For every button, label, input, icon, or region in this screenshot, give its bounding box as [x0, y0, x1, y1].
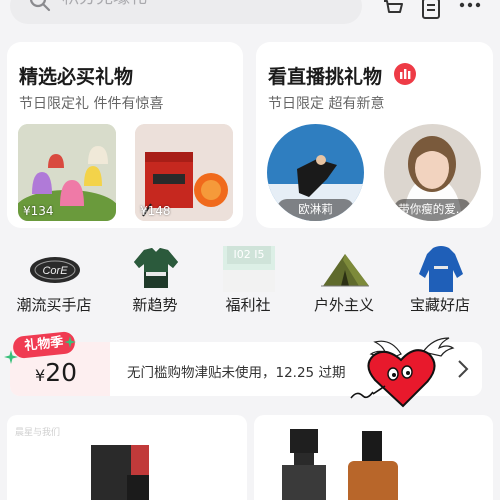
card-subtitle: 节日限定 超有新意	[268, 96, 385, 112]
streamer-name: 带你瘦的爱...	[394, 199, 471, 221]
category-label: 宝藏好店	[409, 296, 470, 314]
category-item-treasure-shop[interactable]: 宝藏好店	[395, 244, 485, 316]
list-icon[interactable]	[419, 0, 443, 21]
picks-card[interactable]: 精选必买礼物 节日限定礼 件件有惊喜 ¥134 ¥148	[7, 42, 243, 228]
search-input[interactable]: 积分兑壕礼	[62, 0, 147, 8]
streamer-avatar[interactable]: 带你瘦的爱...	[384, 124, 481, 221]
streamer-avatar[interactable]: 欧淋莉	[267, 124, 364, 221]
coupon-value-panel: 礼物季 ¥20	[4, 330, 110, 396]
card-subtitle: 节日限定礼 件件有惊喜	[19, 96, 164, 112]
category-label: 潮流买手店	[16, 296, 92, 314]
card-label: 晨星与我们	[15, 428, 61, 438]
category-item-new-trend[interactable]: 新趋势	[110, 244, 200, 316]
coupon-currency: ¥	[35, 366, 46, 385]
category-label: 新趋势	[132, 296, 178, 314]
welfare-icon-text: I02 I5	[227, 246, 271, 264]
jacket-icon	[134, 248, 178, 288]
category-label: 福利社	[225, 296, 271, 314]
product-price: ¥148	[140, 204, 171, 218]
live-card[interactable]: 看直播挑礼物 节日限定 超有新意 欧淋莉 带你瘦的爱...	[256, 42, 493, 228]
coupon-amount: ¥20	[35, 358, 77, 387]
category-item-trend-store[interactable]: CorE 潮流买手店	[9, 244, 99, 316]
svg-text:CorE: CorE	[42, 265, 68, 277]
card-title: 看直播挑礼物	[268, 66, 383, 88]
category-item-outdoor[interactable]: 户外主义	[299, 244, 389, 316]
search-bar[interactable]: 积分兑壕礼	[10, 0, 362, 24]
product-card[interactable]: 晨星与我们	[7, 415, 247, 500]
live-badge-icon	[394, 63, 416, 85]
perfume-bottles-image	[282, 429, 398, 500]
sparkle-icon	[4, 350, 18, 364]
top-bar: 积分兑壕礼	[0, 0, 500, 30]
cart-icon[interactable]	[381, 0, 405, 21]
product-thumb[interactable]: ¥148	[135, 124, 233, 221]
search-icon	[29, 0, 51, 12]
product-thumb[interactable]: ¥134	[18, 124, 116, 221]
product-price: ¥134	[23, 204, 54, 218]
card-title: 精选必买礼物	[19, 66, 134, 88]
streamer-name: 欧淋莉	[277, 199, 354, 221]
welfare-icon: I02 I5	[223, 246, 275, 292]
product-card[interactable]	[254, 415, 493, 500]
coupon-description: 无门槛购物津贴未使用，12.25 过期	[127, 365, 346, 381]
heart-mascot-icon	[350, 337, 455, 408]
more-icon[interactable]	[458, 0, 482, 21]
core-logo-icon: CorE	[30, 257, 80, 283]
category-item-welfare[interactable]: I02 I5 福利社	[203, 244, 293, 316]
lipstick-image	[91, 445, 149, 500]
tent-icon	[321, 254, 369, 287]
category-label: 户外主义	[313, 296, 374, 314]
coupon-amount-value: 20	[45, 358, 77, 387]
hoodie-icon	[419, 246, 463, 292]
sparkle-icon	[64, 336, 76, 348]
